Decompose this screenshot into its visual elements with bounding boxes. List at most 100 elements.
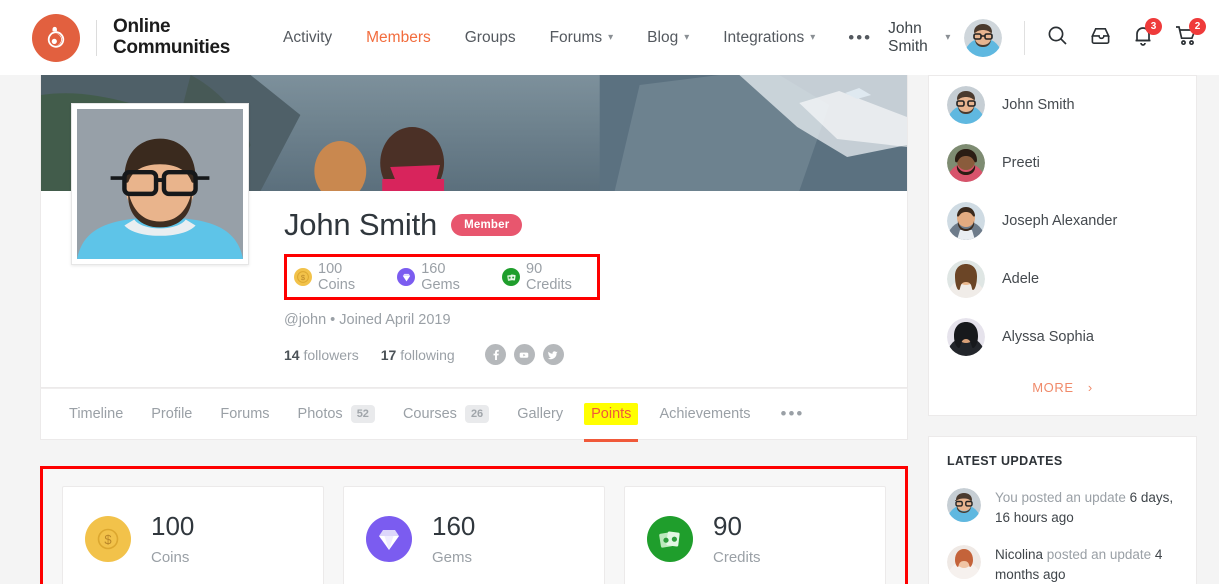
list-item[interactable]: Preeti bbox=[947, 134, 1178, 192]
coin-icon: $ bbox=[85, 516, 131, 562]
header-divider bbox=[1024, 20, 1025, 55]
profile-card: John Smith Member $ 100 Coins 160 Gems 9… bbox=[40, 75, 908, 388]
points-card-label: Credits bbox=[713, 549, 761, 567]
nav-overflow-icon[interactable]: ••• bbox=[832, 28, 888, 48]
gem-icon bbox=[397, 268, 416, 286]
members-widget: John Smith Preeti Joseph Alexander Adele bbox=[928, 75, 1197, 416]
buddypress-logo-icon bbox=[32, 13, 80, 62]
points-card-coins[interactable]: $ 100 Coins bbox=[62, 486, 324, 584]
chevron-down-icon[interactable]: ▾ bbox=[945, 32, 950, 43]
more-label: MORE bbox=[1032, 380, 1074, 395]
page-title: John Smith bbox=[284, 207, 438, 242]
search-icon[interactable] bbox=[1047, 25, 1068, 51]
member-name: Preeti bbox=[1002, 155, 1040, 171]
chevron-down-icon: ▾ bbox=[608, 31, 614, 43]
member-name: Adele bbox=[1002, 271, 1040, 287]
cart-icon[interactable]: 2 bbox=[1175, 17, 1206, 51]
list-item[interactable]: Nicolina posted an update 4 months ago bbox=[947, 539, 1178, 584]
points-card-text: 90 Credits bbox=[713, 511, 761, 567]
points-card-text: 160 Gems bbox=[432, 510, 476, 567]
tab-courses[interactable]: Courses 26 bbox=[389, 389, 503, 439]
update-text: You posted an update 6 days, 16 hours ag… bbox=[995, 488, 1178, 527]
points-label: 160 Gems bbox=[421, 261, 460, 293]
points-card-credits[interactable]: 90 Credits bbox=[624, 486, 886, 584]
tab-timeline[interactable]: Timeline bbox=[55, 390, 137, 438]
profile-avatar[interactable] bbox=[71, 103, 249, 265]
main-column: John Smith Member $ 100 Coins 160 Gems 9… bbox=[40, 75, 908, 584]
tab-label: Courses bbox=[402, 406, 457, 422]
points-card-gems[interactable]: 160 Gems bbox=[343, 486, 605, 584]
youtube-icon[interactable] bbox=[513, 344, 535, 365]
nav-item-activity[interactable]: Activity bbox=[266, 29, 349, 47]
following-count: 17 bbox=[380, 346, 397, 363]
tab-profile[interactable]: Profile bbox=[137, 390, 206, 438]
list-item[interactable]: You posted an update 6 days, 16 hours ag… bbox=[947, 482, 1178, 539]
logo-divider bbox=[96, 19, 97, 56]
tab-count-badge: 26 bbox=[464, 404, 490, 424]
update-actor[interactable]: Nicolina bbox=[995, 547, 1043, 562]
nav-item-integrations[interactable]: Integrations ▾ bbox=[706, 29, 832, 47]
update-text: Nicolina posted an update 4 months ago bbox=[995, 545, 1178, 584]
social-links bbox=[484, 344, 564, 365]
points-summary-gems: 160 Gems bbox=[397, 261, 486, 293]
credits-icon bbox=[647, 516, 693, 562]
update-body: You posted an update bbox=[995, 490, 1126, 505]
site-logo[interactable]: Online Communities bbox=[32, 13, 230, 62]
notifications-badge: 3 bbox=[1145, 17, 1162, 35]
svg-text:$: $ bbox=[104, 532, 112, 547]
points-card-value: 100 bbox=[151, 510, 195, 541]
points-panel: $ 100 Coins 160 Gems 90 Credits bbox=[40, 466, 908, 584]
list-item[interactable]: Alyssa Sophia bbox=[947, 308, 1178, 366]
page-body: John Smith Member $ 100 Coins 160 Gems 9… bbox=[0, 75, 1219, 584]
profile-points-summary: $ 100 Coins 160 Gems 90 Credits bbox=[284, 254, 600, 300]
member-name: Joseph Alexander bbox=[1002, 213, 1118, 229]
nav-label: Forums bbox=[549, 28, 603, 46]
header-icon-group: 3 2 bbox=[1047, 17, 1206, 51]
user-menu-label[interactable]: John Smith bbox=[888, 20, 937, 56]
more-button[interactable]: MORE › bbox=[947, 366, 1178, 399]
list-item[interactable]: Adele bbox=[947, 250, 1178, 308]
points-card-value: 160 bbox=[432, 510, 476, 541]
twitter-icon[interactable] bbox=[542, 344, 564, 365]
member-name: Alyssa Sophia bbox=[1002, 329, 1094, 345]
tab-achievements[interactable]: Achievements bbox=[645, 390, 764, 438]
nav-label: Blog bbox=[647, 28, 679, 46]
gem-icon bbox=[366, 516, 412, 562]
notifications-bell-icon[interactable]: 3 bbox=[1133, 17, 1162, 51]
nav-item-groups[interactable]: Groups bbox=[448, 29, 533, 47]
profile-body: John Smith Member $ 100 Coins 160 Gems 9… bbox=[41, 103, 907, 387]
brand-name: Online Communities bbox=[113, 15, 230, 58]
cart-badge: 2 bbox=[1189, 17, 1206, 35]
followers-label: followers bbox=[303, 346, 359, 363]
tab-forums[interactable]: Forums bbox=[206, 390, 283, 438]
chevron-right-icon: › bbox=[1087, 380, 1093, 395]
list-item[interactable]: Joseph Alexander bbox=[947, 192, 1178, 250]
points-label: 90 Credits bbox=[526, 261, 572, 293]
inbox-icon[interactable] bbox=[1090, 25, 1111, 51]
nav-item-forums[interactable]: Forums ▾ bbox=[533, 29, 631, 47]
tab-label: Forums bbox=[220, 406, 270, 422]
avatar bbox=[947, 144, 985, 182]
points-summary-coins: $ 100 Coins bbox=[294, 261, 381, 293]
tab-label: Timeline bbox=[69, 406, 124, 422]
nav-label: Members bbox=[366, 28, 431, 46]
tab-gallery[interactable]: Gallery bbox=[503, 390, 577, 438]
update-body: posted an update bbox=[1046, 547, 1152, 563]
profile-info: John Smith Member $ 100 Coins 160 Gems 9… bbox=[284, 191, 907, 365]
tab-label: Achievements bbox=[659, 406, 751, 422]
tabs-overflow-icon[interactable]: ••• bbox=[765, 404, 821, 424]
list-item[interactable]: John Smith bbox=[947, 76, 1178, 134]
tab-photos[interactable]: Photos 52 bbox=[284, 389, 389, 439]
tab-label: Points bbox=[591, 406, 632, 422]
profile-stats: 14 followers 17 following bbox=[284, 344, 907, 365]
avatar[interactable] bbox=[964, 18, 1003, 57]
nav-item-members[interactable]: Members bbox=[349, 29, 448, 47]
nav-item-blog[interactable]: Blog ▾ bbox=[630, 29, 706, 47]
nav-label: Activity bbox=[283, 28, 333, 46]
avatar bbox=[947, 86, 985, 124]
followers-stat[interactable]: 14 followers bbox=[284, 347, 359, 363]
following-stat[interactable]: 17 following bbox=[381, 347, 455, 363]
tab-points[interactable]: Points bbox=[584, 403, 639, 442]
facebook-icon[interactable] bbox=[484, 344, 506, 365]
brand-line-1: Online bbox=[113, 15, 171, 37]
